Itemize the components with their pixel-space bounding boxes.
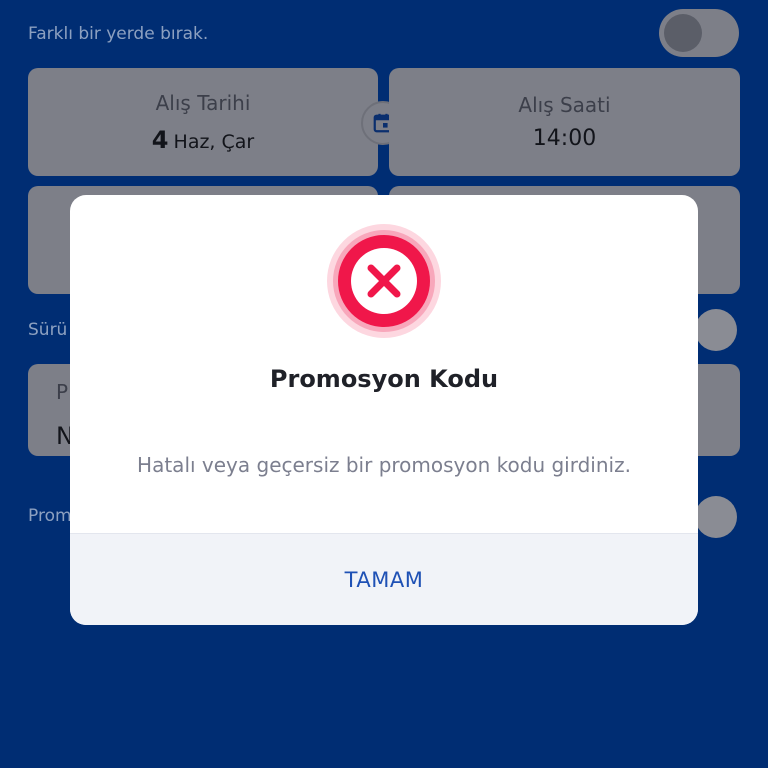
promo-code-label: Prom bbox=[28, 506, 72, 526]
dialog-footer: TAMAM bbox=[70, 533, 698, 625]
driver-age-label: Sürü bbox=[28, 320, 68, 340]
pickup-date-label: Alış Tarihi bbox=[155, 91, 251, 115]
pickup-time-label: Alış Saati bbox=[518, 93, 611, 117]
pickup-date-card[interactable]: Alış Tarihi 4 Haz, Çar bbox=[28, 68, 378, 176]
dialog-title: Promosyon Kodu bbox=[269, 365, 499, 393]
promo-code-toggle[interactable] bbox=[695, 496, 737, 538]
return-elsewhere-toggle[interactable] bbox=[659, 9, 739, 57]
driver-age-toggle[interactable] bbox=[695, 309, 737, 351]
pickup-month-weekday: Haz, Çar bbox=[173, 131, 255, 153]
pickup-time-card[interactable]: Alış Saati 14:00 bbox=[389, 68, 740, 176]
toggle-knob bbox=[664, 14, 702, 52]
return-elsewhere-label: Farklı bir yerde bırak. bbox=[28, 24, 209, 44]
pickup-date-value: 4 Haz, Çar bbox=[28, 126, 378, 154]
ok-button[interactable]: TAMAM bbox=[321, 560, 448, 600]
error-x-icon bbox=[326, 223, 442, 339]
field-card-label: P bbox=[56, 380, 69, 404]
dialog-message: Hatalı veya geçersiz bir promosyon kodu … bbox=[137, 453, 631, 477]
error-dialog: Promosyon Kodu Hatalı veya geçersiz bir … bbox=[70, 195, 698, 625]
pickup-day: 4 bbox=[151, 126, 169, 154]
pickup-time-value: 14:00 bbox=[532, 126, 597, 151]
